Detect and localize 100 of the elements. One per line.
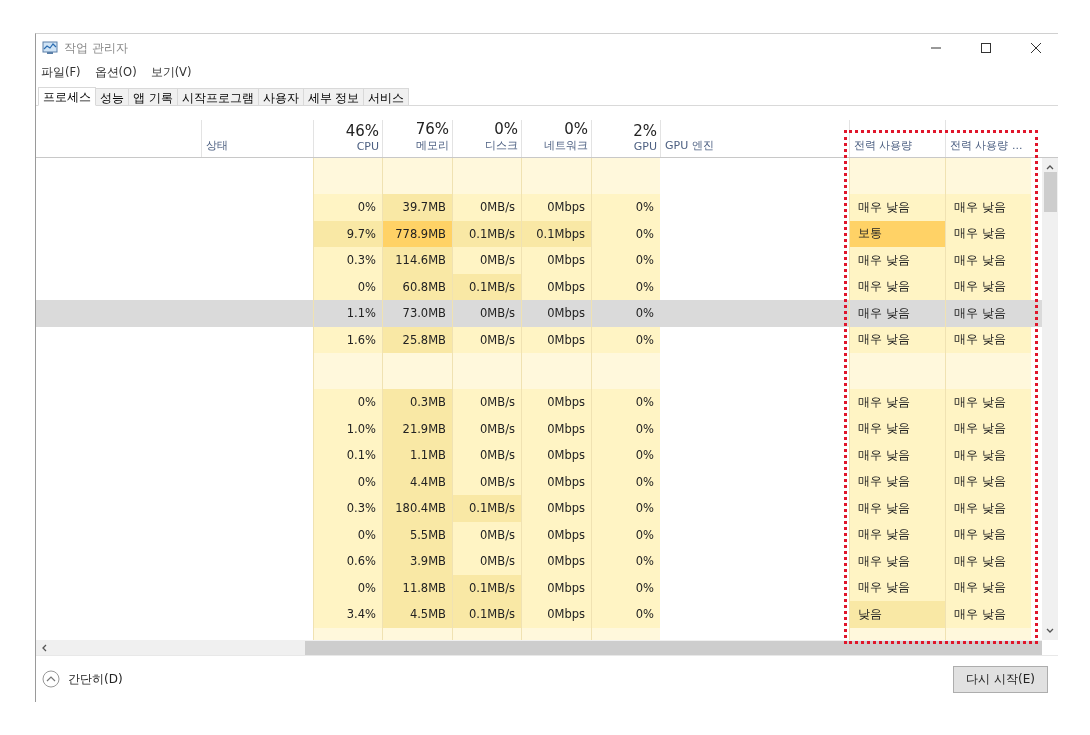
tab[interactable]: 시작프로그램 <box>176 88 259 105</box>
column-header[interactable]: 전력 사용량 ... <box>950 138 1023 154</box>
tab[interactable]: 서비스 <box>363 88 410 105</box>
table-cell: 0Mbps <box>521 326 591 354</box>
table-cell: 매우 낮음 <box>849 548 945 575</box>
maximize-icon[interactable] <box>981 43 991 53</box>
table-cell: 0Mbps <box>521 574 591 602</box>
process-row[interactable]: 3.4% 4.5MB 0.1MB/s 0Mbps 0% 낮음 매우 낮음 <box>36 601 1042 628</box>
table-cell: 1.6% <box>313 326 382 354</box>
table-cell: 매우 낮음 <box>945 220 1031 248</box>
table-cell: 매우 낮음 <box>945 389 1031 416</box>
tab[interactable]: 사용자 <box>257 88 304 105</box>
table-cell: 0MB/s <box>452 247 521 274</box>
table-cell: 낮음 <box>849 601 945 628</box>
tab[interactable]: 프로세스 <box>38 87 96 106</box>
column-header[interactable]: 전력 사용량 <box>854 138 913 154</box>
usage-percent: 46% <box>345 122 379 141</box>
window-title: 작업 관리자 <box>64 39 129 57</box>
table-cell: 1.1MB <box>382 442 452 469</box>
table-cell: 778.9MB <box>382 220 452 248</box>
process-row[interactable]: 0% 60.8MB 0.1MB/s 0Mbps 0% 매우 낮음 매우 낮음 <box>36 273 1042 301</box>
column-header[interactable]: CPU <box>356 140 379 154</box>
tab[interactable]: 세부 정보 <box>302 88 365 105</box>
table-cell: 매우 낮음 <box>945 273 1031 301</box>
process-row[interactable]: 0.1% 1.1MB 0MB/s 0Mbps 0% 매우 낮음 매우 낮음 <box>36 442 1042 469</box>
table-cell: 매우 낮음 <box>945 548 1031 575</box>
usage-percent: 2% <box>633 122 657 141</box>
usage-percent: 0% <box>564 120 588 139</box>
column-header[interactable]: 상태 <box>206 138 228 154</box>
column-header[interactable]: GPU <box>633 140 657 154</box>
table-cell: 1.0% <box>313 415 382 443</box>
table-cell: 0% <box>591 574 660 602</box>
process-row[interactable]: 1.6% 25.8MB 0MB/s 0Mbps 0% 매우 낮음 매우 낮음 <box>36 326 1042 354</box>
table-cell: 매우 낮음 <box>945 415 1031 443</box>
table-cell: 0% <box>591 521 660 549</box>
process-row[interactable]: 0.3% 114.6MB 0MB/s 0Mbps 0% 매우 낮음 매우 낮음 <box>36 247 1042 274</box>
table-cell: 0% <box>591 194 660 221</box>
table-cell: 0% <box>591 220 660 248</box>
table-cell: 0Mbps <box>521 495 591 522</box>
table-cell: 0.1MB/s <box>452 601 521 628</box>
table-cell: 0Mbps <box>521 273 591 301</box>
table-cell: 0MB/s <box>452 389 521 416</box>
table-cell: 0.1MB/s <box>452 220 521 248</box>
usage-percent: 76% <box>415 120 449 139</box>
table-cell: 0MB/s <box>452 194 521 221</box>
table-cell: 0MB/s <box>452 468 521 496</box>
horizontal-scrollbar[interactable] <box>36 640 1042 655</box>
table-cell: 60.8MB <box>382 273 452 301</box>
table-cell: 21.9MB <box>382 415 452 443</box>
table-cell: 0% <box>591 468 660 496</box>
table-cell: 0Mbps <box>521 521 591 549</box>
process-row[interactable]: 0.6% 3.9MB 0MB/s 0Mbps 0% 매우 낮음 매우 낮음 <box>36 548 1042 575</box>
column-header[interactable]: 디스크 <box>485 138 518 154</box>
monitor-icon <box>42 41 58 55</box>
table-cell: 0% <box>313 194 382 221</box>
table-cell: 매우 낮음 <box>945 521 1031 549</box>
menu-item[interactable]: 파일(F) <box>41 65 81 81</box>
column-header[interactable]: GPU 엔진 <box>665 138 714 154</box>
collapse-button[interactable]: 간단히(D) <box>42 670 123 688</box>
process-row[interactable]: 9.7% 778.9MB 0.1MB/s 0.1Mbps 0% 보통 매우 낮음 <box>36 220 1042 248</box>
table-cell: 0% <box>313 468 382 496</box>
table-cell: 0% <box>591 415 660 443</box>
process-row[interactable]: 0% 4.4MB 0MB/s 0Mbps 0% 매우 낮음 매우 낮음 <box>36 468 1042 496</box>
process-row[interactable]: 0% 11.8MB 0.1MB/s 0Mbps 0% 매우 낮음 매우 낮음 <box>36 574 1042 602</box>
process-row[interactable]: 1.1% 73.0MB 0MB/s 0Mbps 0% 매우 낮음 매우 낮음 <box>36 300 1042 327</box>
table-cell: 매우 낮음 <box>849 273 945 301</box>
tab[interactable]: 앱 기록 <box>128 88 178 105</box>
table-cell: 0% <box>313 521 382 549</box>
table-cell: 0% <box>591 389 660 416</box>
table-cell: 0.1Mbps <box>521 220 591 248</box>
table-cell: 매우 낮음 <box>849 389 945 416</box>
table-cell: 매우 낮음 <box>849 326 945 354</box>
process-row[interactable]: 0% 0.3MB 0MB/s 0Mbps 0% 매우 낮음 매우 낮음 <box>36 389 1042 416</box>
menu-item[interactable]: 옵션(O) <box>94 65 137 81</box>
scroll-thumb[interactable] <box>305 640 1042 655</box>
restart-button[interactable]: 다시 시작(E) <box>953 665 1048 693</box>
column-header[interactable]: 메모리 <box>416 138 449 154</box>
table-cell: 180.4MB <box>382 495 452 522</box>
table-cell: 매우 낮음 <box>849 574 945 602</box>
column-header[interactable]: 네트워크 <box>544 138 588 154</box>
tab[interactable]: 성능 <box>95 88 129 105</box>
table-cell: 0MB/s <box>452 521 521 549</box>
process-row[interactable]: 0.3% 180.4MB 0.1MB/s 0Mbps 0% 매우 낮음 매우 낮음 <box>36 495 1042 522</box>
table-cell: 39.7MB <box>382 194 452 221</box>
table-cell: 0Mbps <box>521 548 591 575</box>
vertical-scrollbar[interactable] <box>1042 158 1058 641</box>
process-row[interactable]: 0% 39.7MB 0MB/s 0Mbps 0% 매우 낮음 매우 낮음 <box>36 194 1042 221</box>
table-cell: 0% <box>313 574 382 602</box>
table-cell: 0% <box>313 273 382 301</box>
process-row[interactable]: 1.0% 21.9MB 0MB/s 0Mbps 0% 매우 낮음 매우 낮음 <box>36 415 1042 443</box>
table-cell: 0% <box>591 601 660 628</box>
process-row[interactable]: 0% 5.5MB 0MB/s 0Mbps 0% 매우 낮음 매우 낮음 <box>36 521 1042 549</box>
scroll-thumb[interactable] <box>1043 172 1057 213</box>
close-icon[interactable] <box>1031 43 1041 53</box>
table-cell: 0Mbps <box>521 247 591 274</box>
table-cell: 0Mbps <box>521 601 591 628</box>
table-cell: 0% <box>591 548 660 575</box>
table-cell: 0Mbps <box>521 415 591 443</box>
menu-item[interactable]: 보기(V) <box>150 65 192 81</box>
table-cell: 매우 낮음 <box>945 601 1031 628</box>
